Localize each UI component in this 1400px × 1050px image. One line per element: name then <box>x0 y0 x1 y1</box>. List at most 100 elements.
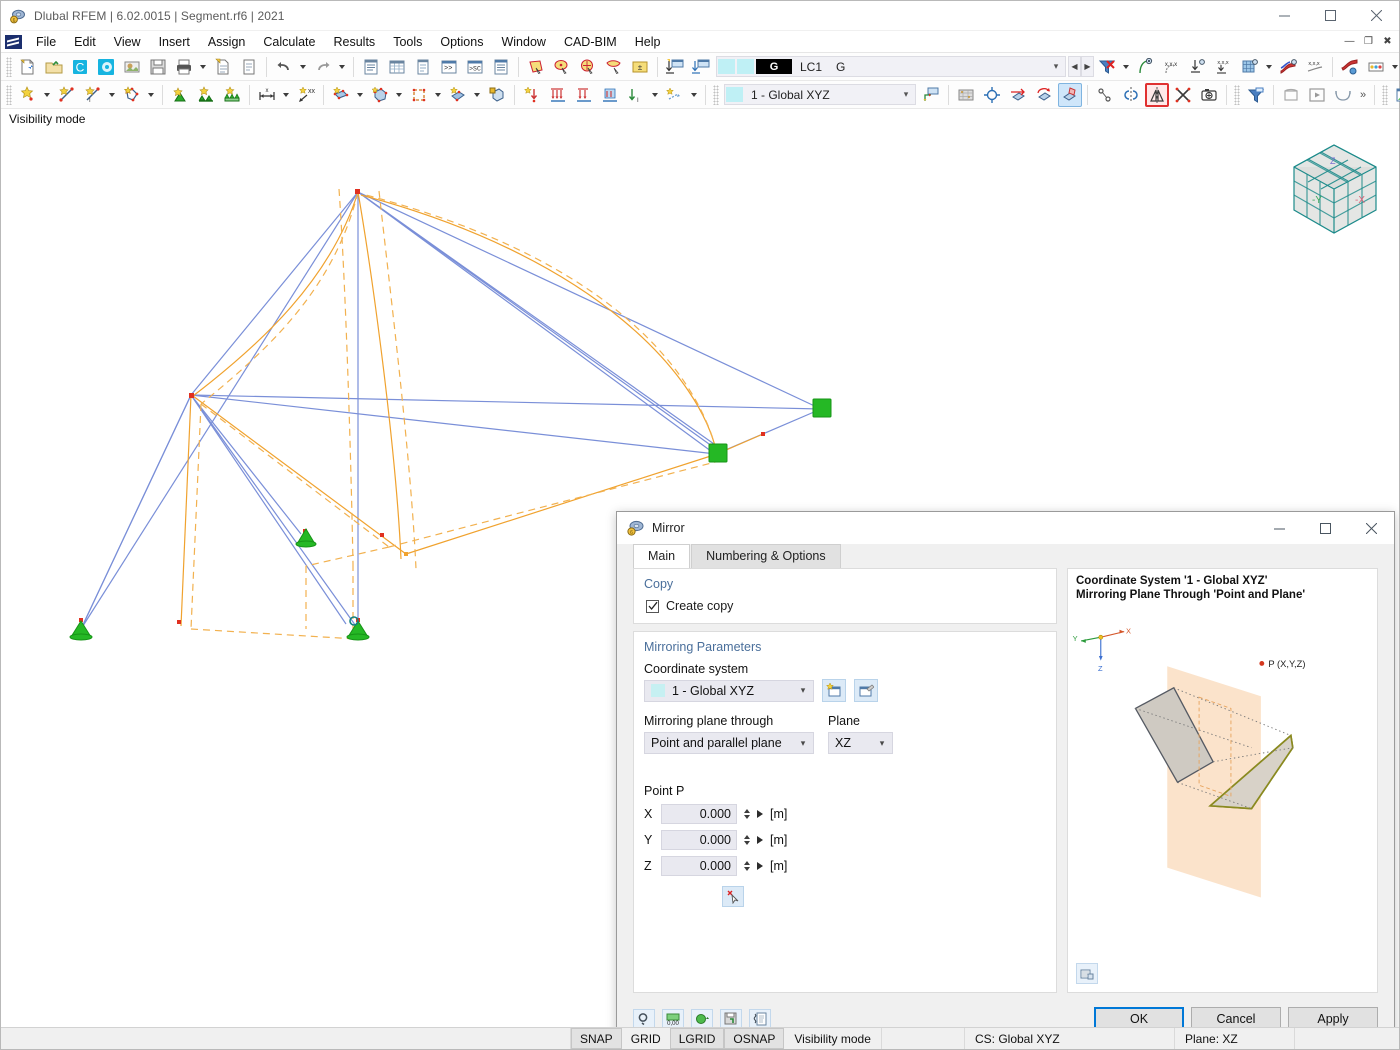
rotate-button[interactable] <box>1032 83 1056 107</box>
create-copy-row[interactable]: Create copy <box>644 599 1046 613</box>
polyline-dropdown-caret[interactable] <box>145 83 156 107</box>
dlubal-center-button[interactable] <box>94 55 118 79</box>
status-toggle-lgrid[interactable]: LGRID <box>669 1028 725 1049</box>
preview-settings-icon[interactable] <box>1076 963 1098 984</box>
menu-results[interactable]: Results <box>325 32 385 52</box>
new-coordinate-system-icon[interactable] <box>822 679 846 702</box>
coordinate-system-select[interactable]: 1 - Global XYZ ▾ <box>644 679 814 702</box>
result-diagram-view-button[interactable] <box>1392 83 1400 107</box>
render-surfaces-button[interactable] <box>1238 55 1262 79</box>
move-button[interactable] <box>1006 83 1030 107</box>
menu-tools[interactable]: Tools <box>384 32 431 52</box>
delete-button[interactable] <box>1171 83 1195 107</box>
mirror-center-button[interactable] <box>1119 83 1143 107</box>
opening-dropdown-caret[interactable] <box>432 83 443 107</box>
color-scale-dropdown-caret[interactable] <box>1389 55 1400 79</box>
toolbar-grip[interactable] <box>6 56 12 77</box>
point-y-spinner[interactable] <box>744 835 750 845</box>
comment-icon[interactable] <box>749 1008 771 1027</box>
new-opening-button[interactable] <box>407 83 431 107</box>
point-z-spinner[interactable] <box>744 861 750 871</box>
render-dropdown-caret[interactable] <box>1263 55 1274 79</box>
new-surface-load-button[interactable] <box>598 83 622 107</box>
dialog-close-button[interactable] <box>1348 512 1394 544</box>
free-load-dropdown-caret[interactable] <box>649 83 660 107</box>
select-special-button[interactable] <box>576 55 600 79</box>
load-case-next-button[interactable]: ▶ <box>1081 56 1094 77</box>
show-support-reactions-button[interactable]: x,x,x <box>1212 55 1236 79</box>
snap-settings-button[interactable] <box>980 83 1004 107</box>
show-values-on-members-button[interactable] <box>1186 55 1210 79</box>
print-dropdown-caret[interactable] <box>197 55 208 79</box>
point-y-input[interactable]: 0.000 <box>661 830 737 850</box>
new-nodal-load-button[interactable] <box>520 83 544 107</box>
model-viewport[interactable]: -Y -X Z 6 Mirror Main Numbering & Option… <box>1 129 1399 1027</box>
select-objects-button[interactable] <box>550 55 574 79</box>
animation-button[interactable] <box>1305 83 1329 107</box>
filter-dropdown-caret[interactable] <box>1120 55 1131 79</box>
load-case-combo[interactable]: G LC1 G ▾ <box>716 56 1066 77</box>
select-by-rectangle-button[interactable] <box>524 55 548 79</box>
menu-insert[interactable]: Insert <box>150 32 199 52</box>
point-z-expand-icon[interactable] <box>757 862 763 870</box>
redo-dropdown-caret[interactable] <box>336 55 347 79</box>
menu-help[interactable]: Help <box>626 32 670 52</box>
status-toggle-grid[interactable]: GRID <box>622 1028 670 1049</box>
toolbar-grip[interactable] <box>713 84 719 105</box>
import-load-case-button[interactable] <box>663 55 687 79</box>
surface-view-button[interactable] <box>1279 83 1303 107</box>
point-x-expand-icon[interactable] <box>757 810 763 818</box>
new-imposed-deformation-button[interactable] <box>663 83 687 107</box>
new-line-button[interactable] <box>55 83 79 107</box>
close-button[interactable] <box>1353 1 1399 31</box>
mirror-dialog[interactable]: 6 Mirror Main Numbering & Options Copy C… <box>616 511 1395 1027</box>
pick-point-icon[interactable] <box>722 886 744 907</box>
new-free-load-button[interactable]: I <box>624 83 648 107</box>
cancel-button[interactable]: Cancel <box>1191 1006 1281 1027</box>
point-y-expand-icon[interactable] <box>757 836 763 844</box>
show-values-button[interactable]: x,x,x <box>1160 55 1184 79</box>
apply-button[interactable]: Apply <box>1288 1006 1378 1027</box>
data-view-button[interactable] <box>489 55 513 79</box>
printout-report-button[interactable] <box>237 55 261 79</box>
chevron-down-icon[interactable]: ▾ <box>1047 61 1065 72</box>
scale-button[interactable] <box>1058 82 1082 107</box>
new-printout-report-button[interactable] <box>211 55 235 79</box>
new-block-button[interactable] <box>485 83 509 107</box>
new-node-button[interactable] <box>16 83 40 107</box>
influence-line-button[interactable] <box>1331 83 1355 107</box>
menu-assign[interactable]: Assign <box>199 32 255 52</box>
result-diagram-settings-button[interactable] <box>1338 55 1362 79</box>
decimal-places-icon[interactable]: 0,00 <box>662 1008 684 1027</box>
select-in-range-button[interactable]: ± <box>628 55 652 79</box>
mirror-button[interactable] <box>1145 82 1169 107</box>
color-scale-button[interactable] <box>1364 55 1388 79</box>
edit-coordinate-system-button[interactable] <box>919 83 943 107</box>
chevron-down-icon[interactable]: ▾ <box>793 685 813 696</box>
dimension-dropdown-caret[interactable] <box>280 83 291 107</box>
ok-button[interactable]: OK <box>1094 1006 1184 1027</box>
new-surface-button[interactable] <box>329 83 353 107</box>
help-magnifier-icon[interactable] <box>633 1008 655 1027</box>
dialog-maximize-button[interactable] <box>1302 512 1348 544</box>
menu-view[interactable]: View <box>105 32 150 52</box>
point-z-input[interactable]: 0.000 <box>661 856 737 876</box>
toolbar-grip[interactable] <box>1382 84 1389 105</box>
new-member-button[interactable] <box>446 83 470 107</box>
node-dropdown-caret[interactable] <box>41 83 52 107</box>
mirroring-plane-through-select[interactable]: Point and parallel plane ▾ <box>644 732 814 754</box>
mdi-close-button[interactable]: ✖ <box>1379 34 1396 50</box>
dimension-xx-button[interactable]: xx <box>294 83 318 107</box>
dimension-linear-button[interactable]: x <box>255 83 279 107</box>
status-plane[interactable]: Plane: XZ <box>1174 1028 1294 1049</box>
toolbar-grip[interactable] <box>1234 84 1240 105</box>
load-case-prev-button[interactable]: ◀ <box>1068 56 1081 77</box>
menu-window[interactable]: Window <box>492 32 554 52</box>
edit-coordinate-system-icon[interactable] <box>854 679 878 702</box>
view-cube[interactable]: -Y -X Z <box>1279 137 1389 245</box>
toolbar-grip[interactable] <box>6 84 12 105</box>
chevron-down-icon[interactable]: ▾ <box>897 89 915 100</box>
toolbar-overflow-chevron[interactable]: » <box>1356 89 1370 101</box>
project-button[interactable] <box>1093 83 1117 107</box>
camera-settings-button[interactable] <box>1197 83 1221 107</box>
